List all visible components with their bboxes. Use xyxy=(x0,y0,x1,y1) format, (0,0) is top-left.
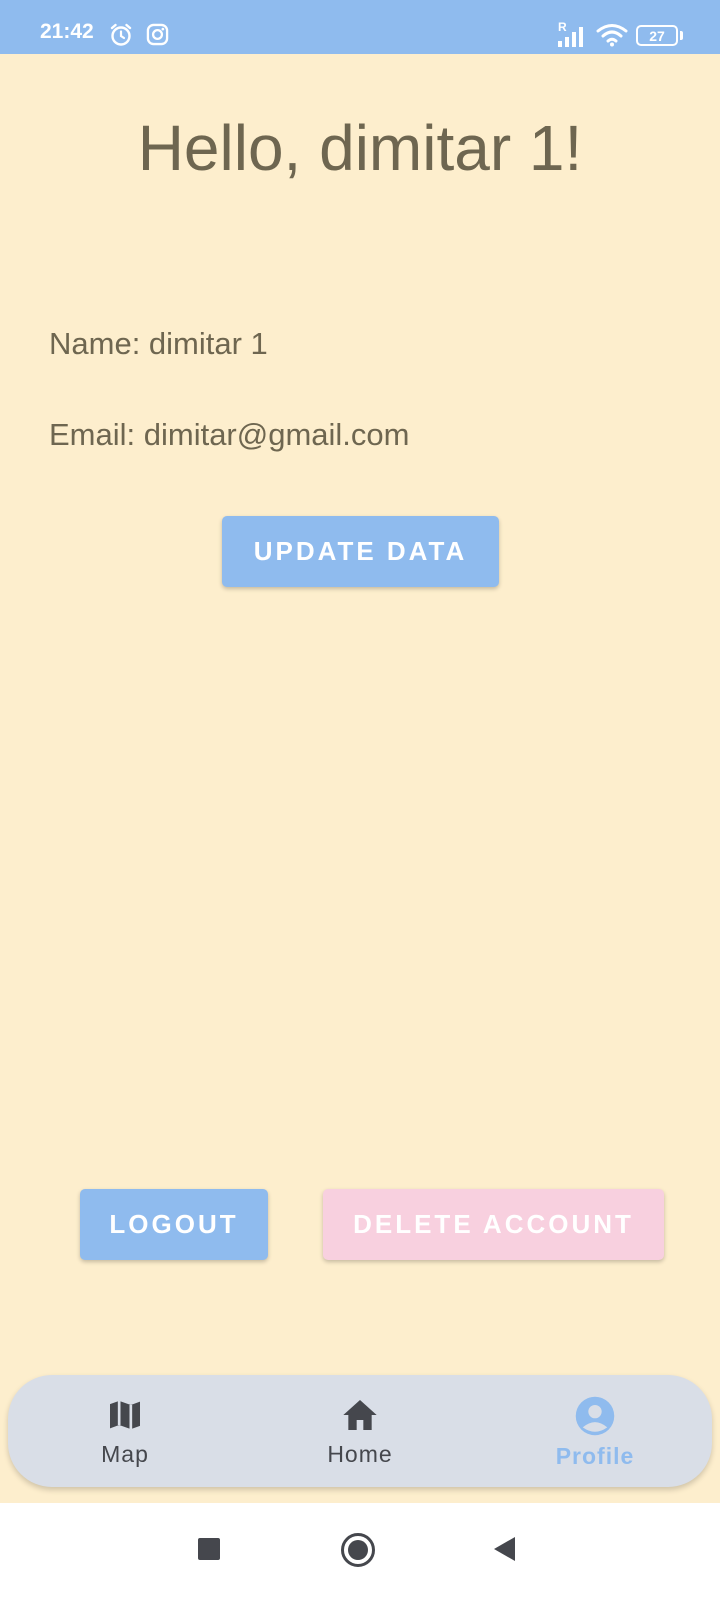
status-bar: 21:42 R 27 xyxy=(0,0,720,54)
nav-item-map[interactable]: Map xyxy=(45,1375,205,1487)
nav-label-map: Map xyxy=(101,1441,149,1467)
delete-account-button[interactable]: DELETE ACCOUNT xyxy=(323,1189,664,1260)
back-button[interactable] xyxy=(492,1536,518,1562)
nav-item-home[interactable]: Home xyxy=(280,1375,440,1487)
signal-icon xyxy=(558,27,583,47)
battery-level: 27 xyxy=(649,27,665,44)
battery-icon: 27 xyxy=(636,25,678,46)
user-name-text: Name: dimitar 1 xyxy=(49,326,268,361)
user-email-text: Email: dimitar@gmail.com xyxy=(49,417,410,452)
home-icon xyxy=(343,1400,377,1430)
recents-button[interactable] xyxy=(197,1537,221,1561)
status-time: 21:42 xyxy=(40,20,94,43)
wifi-icon xyxy=(596,24,628,47)
instagram-icon xyxy=(146,23,169,46)
home-button[interactable] xyxy=(340,1532,376,1568)
nav-label-profile: Profile xyxy=(555,1443,635,1469)
map-icon xyxy=(110,1400,140,1430)
nav-label-home: Home xyxy=(327,1441,393,1467)
system-navigation-bar xyxy=(0,1503,720,1600)
logout-button[interactable]: LOGOUT xyxy=(80,1189,268,1260)
update-data-button[interactable]: UPDATE DATA xyxy=(222,516,499,587)
battery-tip xyxy=(680,31,683,40)
bottom-navigation: Map Home Profile xyxy=(8,1375,712,1487)
greeting-title: Hello, dimitar 1! xyxy=(137,112,583,184)
profile-icon xyxy=(575,1396,615,1436)
alarm-icon xyxy=(110,23,132,46)
nav-item-profile[interactable]: Profile xyxy=(515,1375,675,1487)
